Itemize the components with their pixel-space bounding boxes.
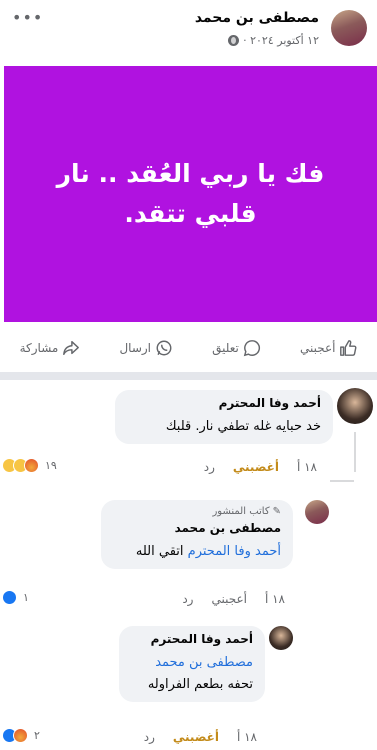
reaction-count: ١٩ <box>45 459 57 472</box>
mention-link[interactable]: مصطفى بن محمد <box>155 655 253 670</box>
commenter-avatar[interactable] <box>337 388 373 424</box>
like-emoji-icon <box>2 590 17 605</box>
comment-author[interactable]: مصطفى بن محمد <box>113 521 281 535</box>
more-options-button[interactable]: ••• <box>12 8 43 27</box>
pencil-icon: ✎ <box>272 506 281 517</box>
reaction-summary[interactable]: ١ <box>2 590 29 605</box>
comment-text: أحمد وفا المحترم اتقي الله <box>113 541 281 563</box>
comment-bubble[interactable]: أحمد وفا المحترم خد حبايه غله تطفي نار. … <box>115 390 333 444</box>
send-label: ارسال <box>119 341 152 355</box>
share-label: مشاركة <box>19 341 59 355</box>
comment-3-actions: ١٨ أ أغضبني رد <box>144 730 257 744</box>
comment-label: تعليق <box>212 341 239 355</box>
comment-icon <box>243 340 260 357</box>
reply-button[interactable]: رد <box>182 592 193 606</box>
comment-3: أحمد وفا المحترم مصطفى بن محمد تحفه بطعم… <box>119 626 265 702</box>
comment-text: خد حبايه غله تطفي نار. قلبك <box>165 419 321 434</box>
comment-body: تحفه بطعم الفراوله <box>147 677 253 692</box>
section-divider <box>0 372 377 380</box>
comment-bubble[interactable]: ✎ كاتب المنشور مصطفى بن محمد أحمد وفا ال… <box>101 500 293 569</box>
reaction-summary[interactable]: ٢ <box>2 728 40 743</box>
comment-time[interactable]: ١٨ أ <box>297 460 317 474</box>
reaction-summary[interactable]: ١٩ <box>2 458 57 473</box>
react-button[interactable]: أغضبني <box>173 730 219 744</box>
post-image[interactable]: فك يا ربي العُقد .. نار قلبي تتقد. <box>4 66 377 322</box>
comment-text: مصطفى بن محمد تحفه بطعم الفراوله <box>131 652 253 696</box>
reaction-count: ١ <box>23 591 29 604</box>
comment-1: أحمد وفا المحترم خد حبايه غله تطفي نار. … <box>115 390 333 444</box>
comment-body: اتقي الله <box>135 544 184 559</box>
comment-bubble[interactable]: أحمد وفا المحترم مصطفى بن محمد تحفه بطعم… <box>119 626 265 702</box>
comment-1-actions: ١٨ أ أغضبني رد <box>204 460 317 474</box>
comment-author[interactable]: أحمد وفا المحترم <box>131 632 253 646</box>
post-header: مصطفى بن محمد ١٢ أكتوبر ٢٠٢٤ · ••• <box>0 0 377 62</box>
post-actions-bar: أعجبني تعليق ارسال مشاركة <box>0 330 377 366</box>
thread-line <box>354 432 356 472</box>
comment-button[interactable]: تعليق <box>212 339 261 357</box>
thread-line <box>330 480 354 482</box>
author-badge-label: كاتب المنشور <box>212 506 270 517</box>
thumbs-up-icon <box>340 340 357 356</box>
like-label: أعجبني <box>299 341 336 355</box>
comment-2-actions: ١٨ أ أعجبني رد <box>182 592 285 606</box>
react-button[interactable]: أغضبني <box>233 460 279 474</box>
post-author-avatar[interactable] <box>331 10 367 46</box>
post-meta: ١٢ أكتوبر ٢٠٢٤ · <box>228 34 319 47</box>
reaction-count: ٢ <box>34 729 40 742</box>
comment-2: ✎ كاتب المنشور مصطفى بن محمد أحمد وفا ال… <box>101 500 293 569</box>
post-author-name[interactable]: مصطفى بن محمد <box>195 10 319 26</box>
reply-button[interactable]: رد <box>144 730 155 744</box>
post-date[interactable]: ١٢ أكتوبر ٢٠٢٤ · <box>243 34 319 47</box>
share-icon <box>63 340 80 356</box>
globe-icon <box>228 35 240 46</box>
comment-time[interactable]: ١٨ أ <box>265 592 285 606</box>
comment-time[interactable]: ١٨ أ <box>237 730 257 744</box>
author-badge: ✎ كاتب المنشور <box>113 506 281 517</box>
angry-emoji-icon <box>13 728 28 743</box>
share-button[interactable]: مشاركة <box>20 339 81 357</box>
commenter-avatar[interactable] <box>269 626 293 650</box>
react-button[interactable]: أعجبني <box>211 592 246 606</box>
like-button[interactable]: أعجبني <box>300 339 357 357</box>
send-button[interactable]: ارسال <box>119 339 173 357</box>
angry-emoji-icon <box>24 458 39 473</box>
mention-link[interactable]: أحمد وفا المحترم <box>188 544 281 559</box>
post-image-text: فك يا ربي العُقد .. نار قلبي تتقد. <box>56 159 325 228</box>
whatsapp-icon <box>156 340 172 356</box>
commenter-avatar[interactable] <box>305 500 329 524</box>
comment-author[interactable]: أحمد وفا المحترم <box>127 396 321 410</box>
reply-button[interactable]: رد <box>204 460 215 474</box>
